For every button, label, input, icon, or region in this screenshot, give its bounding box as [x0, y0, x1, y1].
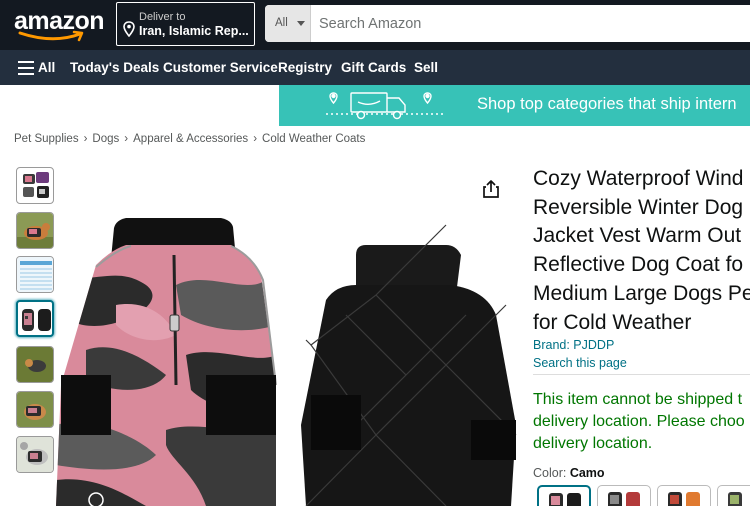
share-icon[interactable]	[482, 179, 500, 199]
swatch-image	[668, 492, 700, 506]
amazon-logo[interactable]: amazon	[14, 6, 108, 44]
breadcrumb-pet-supplies[interactable]: Pet Supplies	[14, 133, 79, 145]
brand-link[interactable]: Brand: PJDDP	[533, 338, 614, 352]
title-line: Cozy Waterproof Wind	[533, 167, 744, 190]
search-this-page-link[interactable]: Search this page	[533, 356, 627, 370]
title-line: Medium Large Dogs Pe	[533, 281, 750, 305]
product-title: Cozy Waterproof Wind Reversible Winter D…	[533, 165, 750, 337]
color-swatch-3[interactable]	[657, 485, 711, 506]
thumbnail-4-selected[interactable]	[16, 300, 54, 337]
breadcrumb-cold-weather-coats[interactable]: Cold Weather Coats	[262, 133, 365, 145]
thumbnail-2[interactable]	[16, 212, 54, 249]
color-label-text: Color:	[533, 466, 570, 480]
color-swatch-2[interactable]	[597, 485, 651, 506]
breadcrumb: Pet Supplies › Dogs › Apparel & Accessories ›…	[14, 133, 365, 145]
swatch-image	[549, 493, 581, 506]
thumbnail-6[interactable]	[16, 391, 54, 428]
thumbnail-5[interactable]	[16, 346, 54, 383]
warning-line: delivery location.	[533, 434, 653, 452]
title-line: Reflective Dog Coat fo	[533, 253, 744, 277]
swatch-image	[608, 492, 640, 506]
size-chart-image	[17, 257, 53, 292]
breadcrumb-apparel[interactable]: Apparel & Accessories	[133, 133, 248, 145]
product-thumbnail-image	[17, 392, 53, 427]
deliver-location: Iran, Islamic Rep...	[139, 24, 249, 38]
color-label: Color: Camo	[533, 466, 605, 480]
title-line: Reversible Winter Dog	[533, 195, 744, 219]
color-value: Camo	[569, 466, 605, 480]
thumbnail-7[interactable]	[16, 436, 54, 473]
product-thumbnail-image	[17, 437, 53, 472]
nav-bar: All Today's Deals Customer Service Regis…	[0, 50, 750, 85]
nav-sell[interactable]: Sell	[414, 60, 438, 75]
title-line: Jacket Vest Warm Out	[533, 224, 742, 248]
swatch-image	[728, 492, 742, 506]
product-thumbnail-image	[17, 213, 53, 248]
chevron-right-icon: ›	[124, 133, 129, 145]
shipping-warning: This item cannot be shipped t delivery l…	[533, 389, 750, 454]
hamburger-icon	[18, 61, 34, 75]
thumbnail-3[interactable]	[16, 256, 54, 293]
delivery-truck-icon	[326, 92, 443, 120]
title-line: for Cold Weather	[533, 310, 692, 334]
top-header: amazon Deliver to Iran, Islamic Rep... A…	[0, 0, 750, 50]
color-swatch-4[interactable]	[717, 485, 750, 506]
location-pin-icon	[123, 21, 135, 37]
warning-line: delivery location. Please choo	[533, 412, 745, 430]
product-thumbnail-image	[23, 172, 49, 198]
thumbnail-1[interactable]	[16, 167, 54, 204]
deliver-to-label: Deliver to	[139, 11, 186, 23]
nav-customer-service[interactable]: Customer Service	[163, 60, 278, 75]
search-input[interactable]	[311, 5, 750, 42]
smile-arrow-icon	[18, 30, 84, 42]
product-thumbnail-image	[22, 309, 51, 331]
nav-gift-cards[interactable]: Gift Cards	[341, 60, 406, 75]
caret-down-icon	[297, 21, 305, 26]
color-swatch-camo[interactable]	[537, 485, 591, 506]
product-thumbnail-image	[17, 347, 53, 382]
warning-line: This item cannot be shipped t	[533, 391, 743, 408]
banner-text: Shop top categories that ship intern	[477, 95, 737, 113]
search-category-dropdown[interactable]: All	[265, 5, 311, 42]
all-menu-label: All	[38, 60, 56, 75]
chevron-right-icon: ›	[83, 133, 88, 145]
international-shipping-banner[interactable]: Shop top categories that ship intern	[279, 85, 750, 126]
divider	[533, 374, 750, 375]
main-product-image[interactable]	[56, 215, 526, 506]
deliver-to-button[interactable]: Deliver to Iran, Islamic Rep...	[116, 2, 255, 46]
search-category-label: All	[275, 17, 288, 29]
search-bar: All	[265, 5, 750, 42]
breadcrumb-dogs[interactable]: Dogs	[92, 133, 119, 145]
nav-registry[interactable]: Registry	[278, 60, 332, 75]
nav-todays-deals[interactable]: Today's Deals	[70, 60, 159, 75]
chevron-right-icon: ›	[253, 133, 258, 145]
